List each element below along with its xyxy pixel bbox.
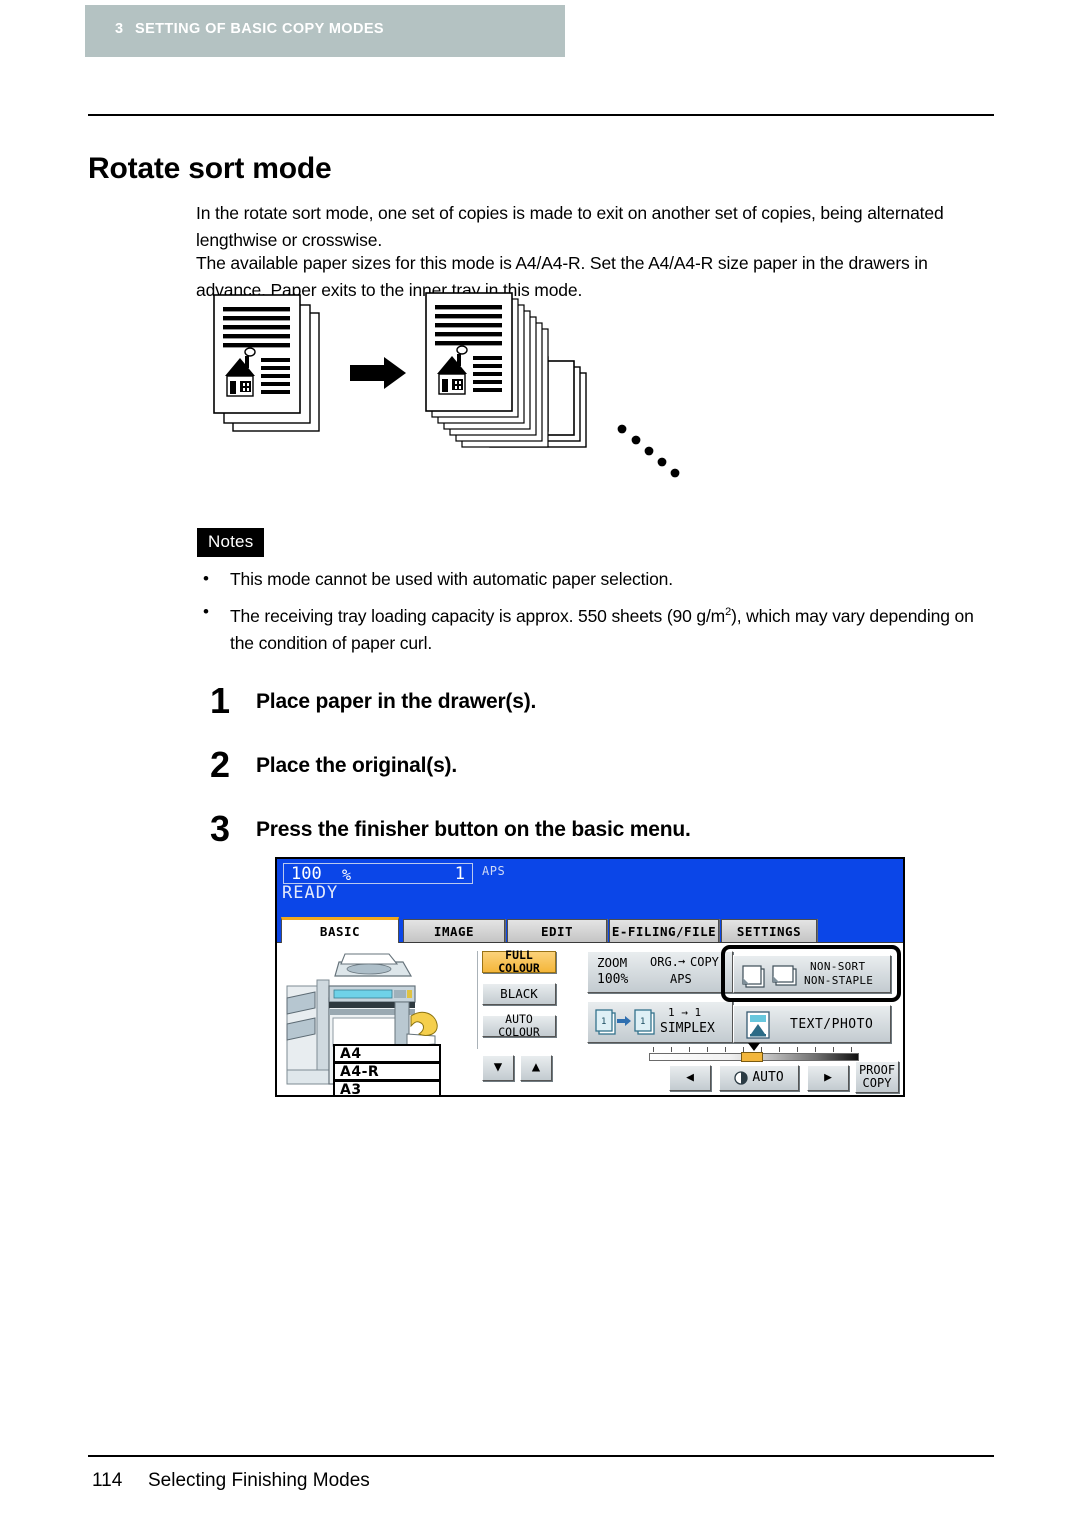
black-button[interactable]: BLACK — [482, 983, 556, 1005]
rotate-sort-illustration — [190, 285, 700, 500]
svg-text:1: 1 — [601, 1017, 606, 1027]
drawer-label-a3: A3 — [340, 1081, 362, 1097]
drawer-row-a4r[interactable]: A4-R — [333, 1062, 441, 1081]
drawer-label-a4r: A4-R — [340, 1063, 380, 1080]
drawer-row-a3[interactable]: A3 — [333, 1080, 441, 1097]
percent-symbol: % — [342, 866, 352, 884]
step-1-text: Place paper in the drawer(s). — [256, 690, 537, 713]
simplex-label: SIMPLEX — [660, 1021, 715, 1036]
notes-label: Notes — [197, 528, 265, 557]
footer-page-number: 114 — [92, 1470, 123, 1491]
aps-indicator: APS — [482, 864, 506, 878]
finisher-button-highlight-ring — [721, 945, 901, 1002]
chevron-down-icon: ▼ — [493, 1059, 503, 1076]
tab-edit-label: EDIT — [540, 924, 574, 939]
drawer-scroll-down-button[interactable]: ▼ — [482, 1055, 514, 1081]
full-colour-label: FULL COLOUR — [498, 948, 540, 975]
note-item-1-text: This mode cannot be used with automatic … — [230, 569, 673, 589]
zoom-label: ZOOM — [597, 955, 628, 970]
tab-e-filing-file-label: E-FILING/FILE — [611, 924, 717, 939]
exposure-slider[interactable] — [649, 1043, 859, 1062]
auto-colour-label: AUTO COLOUR — [498, 1012, 540, 1039]
step-2-text: Place the original(s). — [256, 754, 457, 777]
intro-paragraph-1: In the rotate sort mode, one set of copi… — [196, 202, 944, 250]
original-label: ORG. — [650, 955, 679, 969]
notes-list: • This mode cannot be used with automati… — [196, 566, 1001, 663]
chapter-number: 3 — [115, 21, 124, 37]
step-2: 2 Place the original(s). — [210, 744, 980, 792]
lcd-status-area: 100 % 1 APS READY — [277, 859, 903, 917]
step-2-number: 2 — [210, 744, 231, 785]
triangle-left-icon: ◀ — [686, 1069, 694, 1085]
zoom-original-copy-button[interactable]: ZOOM 100% ORG. → COPY APS — [587, 951, 733, 993]
auto-label: AUTO — [752, 1069, 784, 1085]
lcd-basic-page: A4 A4-R A3 B5 FULL COLOUR BLACK AUTO COL… — [277, 942, 903, 1097]
full-colour-button[interactable]: FULL COLOUR — [482, 948, 556, 975]
zoom-value: 100 — [291, 864, 322, 884]
drawer-row-a4[interactable]: A4 — [333, 1044, 441, 1063]
exposure-decrease-button[interactable]: ◀ — [669, 1065, 711, 1091]
simplex-ratio: 1 → 1 — [668, 1006, 702, 1019]
proof-copy-line2: COPY — [862, 1076, 892, 1090]
exposure-pointer-icon — [748, 1043, 760, 1051]
drawer-label-a4: A4 — [340, 1045, 362, 1062]
note-item-2-text: The receiving tray loading capacity is a… — [230, 605, 726, 626]
copier-touch-panel: 100 % 1 APS READY BASIC IMAGE EDIT E-FIL… — [275, 857, 905, 1097]
tab-edit[interactable]: EDIT — [507, 919, 607, 943]
chapter-title: SETTING OF BASIC COPY MODES — [135, 21, 385, 37]
bullet-icon: • — [203, 602, 209, 621]
proof-copy-button[interactable]: PROOF COPY — [855, 1061, 899, 1093]
original-mode-button[interactable]: TEXT/PHOTO — [733, 1005, 891, 1043]
copy-label: COPY — [690, 955, 719, 969]
text-photo-label: TEXT/PHOTO — [790, 1017, 874, 1032]
step-3-number: 3 — [210, 808, 231, 849]
triangle-right-icon: ▶ — [824, 1069, 832, 1085]
step-1: 1 Place paper in the drawer(s). — [210, 680, 980, 728]
exposure-increase-button[interactable]: ▶ — [807, 1065, 849, 1091]
chevron-up-icon: ▲ — [531, 1059, 541, 1076]
note-item-1: • This mode cannot be used with automati… — [196, 566, 1001, 593]
auto-exposure-button[interactable]: AUTO — [719, 1065, 799, 1091]
svg-text:1: 1 — [640, 1017, 645, 1027]
tab-basic[interactable]: BASIC — [281, 917, 399, 943]
tab-settings-label: SETTINGS — [736, 924, 802, 939]
lcd-tab-bar: BASIC IMAGE EDIT E-FILING/FILE SETTINGS — [277, 917, 903, 943]
note-item-2: • The receiving tray loading capacity is… — [196, 599, 1001, 657]
exposure-knob[interactable] — [741, 1052, 763, 1062]
chapter-header-bar: 3 SETTING OF BASIC COPY MODES — [85, 5, 565, 57]
bullet-icon: • — [203, 569, 209, 588]
step-1-number: 1 — [210, 680, 231, 721]
tab-image[interactable]: IMAGE — [403, 919, 505, 943]
tab-basic-label: BASIC — [319, 924, 361, 939]
step-3: 3 Press the finisher button on the basic… — [210, 808, 980, 856]
ready-status-text: READY — [282, 883, 339, 903]
page-title: Rotate sort mode — [88, 152, 332, 186]
duplex-simplex-button[interactable]: 1 1 1 → 1 SIMPLEX — [587, 1001, 733, 1043]
aps-value: APS — [670, 972, 692, 986]
contrast-icon — [734, 1071, 748, 1085]
auto-colour-button[interactable]: AUTO COLOUR — [482, 1012, 556, 1039]
black-label: BLACK — [500, 986, 538, 1002]
tab-settings[interactable]: SETTINGS — [721, 919, 817, 943]
footer-divider — [88, 1455, 994, 1457]
step-3-text: Press the finisher button on the basic m… — [256, 818, 691, 841]
copy-count: 1 — [454, 864, 465, 884]
zoom-ratio-value: 100% — [597, 972, 629, 987]
zoom-and-copies-field: 100 % 1 — [283, 863, 473, 884]
tab-e-filing-file[interactable]: E-FILING/FILE — [609, 919, 719, 943]
tab-image-label: IMAGE — [433, 924, 475, 939]
panel-divider — [477, 951, 478, 1049]
copier-diagram: A4 A4-R A3 B5 — [285, 946, 460, 1097]
title-divider — [88, 114, 994, 116]
arrow-right-icon: → — [678, 954, 686, 968]
drawer-scroll-up-button[interactable]: ▲ — [520, 1055, 552, 1081]
footer-section-title: Selecting Finishing Modes — [148, 1470, 370, 1491]
